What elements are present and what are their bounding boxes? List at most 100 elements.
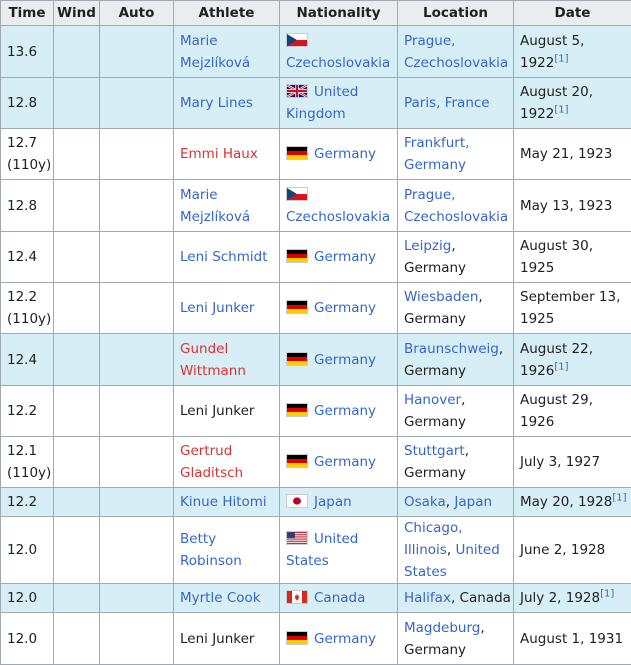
nationality-link[interactable]: Germany	[314, 454, 376, 470]
nationality-link[interactable]: Czechoslovakia	[286, 55, 390, 71]
location-cell: Frankfurt, Germany	[398, 129, 514, 180]
date-cell: May 20, 1928[1]	[514, 488, 631, 517]
athlete-cell: Leni Junker	[174, 613, 280, 665]
athlete-cell: Leni Junker	[174, 283, 280, 334]
nationality-link[interactable]: Germany	[314, 631, 376, 647]
location-link[interactable]: Leipzig	[404, 238, 451, 254]
location-link[interactable]: Osaka	[404, 494, 446, 510]
athlete-link[interactable]: Marie Mejzlíková	[180, 187, 250, 225]
col-header-time[interactable]: Time	[1, 1, 54, 26]
athlete-link[interactable]: Gertrud Gladitsch	[180, 443, 243, 481]
col-header-nationality[interactable]: Nationality	[280, 1, 398, 26]
date-text: September 13, 1925	[520, 289, 620, 327]
reference-link[interactable]: [1]	[554, 361, 568, 372]
col-header-location[interactable]: Location	[398, 1, 514, 26]
location-link[interactable]: Magdeburg	[404, 620, 480, 636]
date-cell: August 20, 1922[1]	[514, 78, 631, 129]
czechoslovakia-flag-icon	[286, 33, 308, 47]
athlete-text: Leni Junker	[180, 403, 254, 419]
nationality-cell: United States	[280, 517, 398, 584]
reference-link[interactable]: [1]	[554, 105, 568, 116]
nationality-link[interactable]: Germany	[314, 146, 376, 162]
germany-flag-icon	[286, 454, 308, 468]
athlete-link[interactable]: Leni Junker	[180, 300, 254, 316]
wind-cell	[54, 613, 100, 665]
athlete-link[interactable]: Leni Schmidt	[180, 249, 268, 265]
location-link[interactable]: Paris, France	[404, 95, 490, 111]
wind-cell	[54, 488, 100, 517]
date-text: May 13, 1923	[520, 198, 612, 214]
location-link[interactable]: Prague, Czechoslovakia	[404, 187, 508, 225]
nationality-link[interactable]: Czechoslovakia	[286, 209, 390, 225]
col-header-athlete[interactable]: Athlete	[174, 1, 280, 26]
location-link[interactable]: Wiesbaden	[404, 289, 478, 305]
nationality-cell: Germany	[280, 334, 398, 386]
athlete-cell: Leni Junker	[174, 386, 280, 437]
location-link[interactable]: Frankfurt, Germany	[404, 135, 469, 173]
location-link[interactable]: Prague, Czechoslovakia	[404, 33, 508, 71]
athlete-link[interactable]: Marie Mejzlíková	[180, 33, 250, 71]
table-row: 12.1 (110y)Gertrud GladitschGermanyStutt…	[1, 437, 631, 488]
location-link[interactable]: Stuttgart	[404, 443, 465, 459]
nationality-cell: Germany	[280, 129, 398, 180]
athlete-link[interactable]: Gundel Wittmann	[180, 341, 246, 379]
auto-cell	[100, 584, 174, 613]
nationality-link[interactable]: Japan	[314, 494, 352, 510]
date-text: August 29, 1926	[520, 392, 593, 430]
auto-cell	[100, 180, 174, 232]
time-cell: 12.2	[1, 386, 54, 437]
athlete-cell: Mary Lines	[174, 78, 280, 129]
germany-flag-icon	[286, 403, 308, 417]
nationality-link[interactable]: Germany	[314, 300, 376, 316]
japan-flag-icon	[286, 494, 308, 508]
athlete-link[interactable]: Mary Lines	[180, 95, 253, 111]
auto-cell	[100, 386, 174, 437]
date-cell: September 13, 1925	[514, 283, 631, 334]
location-link[interactable]: Halifax	[404, 590, 451, 606]
location-cell: Paris, France	[398, 78, 514, 129]
reference-link[interactable]: [1]	[600, 589, 614, 600]
wind-cell	[54, 26, 100, 78]
nationality-cell: Germany	[280, 386, 398, 437]
athlete-cell: Myrtle Cook	[174, 584, 280, 613]
col-header-date[interactable]: Date	[514, 1, 631, 26]
date-text: August 22, 1926	[520, 341, 593, 379]
athlete-link[interactable]: Myrtle Cook	[180, 590, 261, 606]
location-link[interactable]: Hanover	[404, 392, 461, 408]
wind-cell	[54, 232, 100, 283]
date-cell: June 2, 1928	[514, 517, 631, 584]
nationality-cell: Czechoslovakia	[280, 26, 398, 78]
athlete-link[interactable]: Betty Robinson	[180, 531, 242, 569]
location-cell: Osaka, Japan	[398, 488, 514, 517]
nationality-link[interactable]: Germany	[314, 249, 376, 265]
auto-cell	[100, 437, 174, 488]
nationality-link[interactable]: Germany	[314, 352, 376, 368]
date-cell: August 5, 1922[1]	[514, 26, 631, 78]
athlete-link[interactable]: Kinue Hitomi	[180, 494, 267, 510]
athlete-link[interactable]: Emmi Haux	[180, 146, 258, 162]
location-link[interactable]: Japan	[454, 494, 492, 510]
reference-link[interactable]: [1]	[612, 493, 626, 504]
athlete-cell: Marie Mejzlíková	[174, 26, 280, 78]
time-cell: 12.0	[1, 613, 54, 665]
date-text: June 2, 1928	[520, 542, 605, 558]
athlete-cell: Gundel Wittmann	[174, 334, 280, 386]
reference-link[interactable]: [1]	[554, 53, 568, 64]
athlete-cell: Marie Mejzlíková	[174, 180, 280, 232]
col-header-auto[interactable]: Auto	[100, 1, 174, 26]
location-cell: Wiesbaden, Germany	[398, 283, 514, 334]
nationality-cell: Germany	[280, 232, 398, 283]
nationality-cell: Germany	[280, 613, 398, 665]
date-cell: May 13, 1923	[514, 180, 631, 232]
nationality-link[interactable]: Canada	[314, 590, 365, 606]
auto-cell	[100, 26, 174, 78]
time-cell: 12.7 (110y)	[1, 129, 54, 180]
nationality-link[interactable]: Germany	[314, 403, 376, 419]
location-link[interactable]: Braunschweig	[404, 341, 499, 357]
date-cell: August 22, 1926[1]	[514, 334, 631, 386]
germany-flag-icon	[286, 352, 308, 366]
date-text: July 3, 1927	[520, 454, 600, 470]
united-states-flag-icon	[286, 531, 308, 545]
location-cell: Chicago, Illinois, United States	[398, 517, 514, 584]
col-header-wind[interactable]: Wind	[54, 1, 100, 26]
